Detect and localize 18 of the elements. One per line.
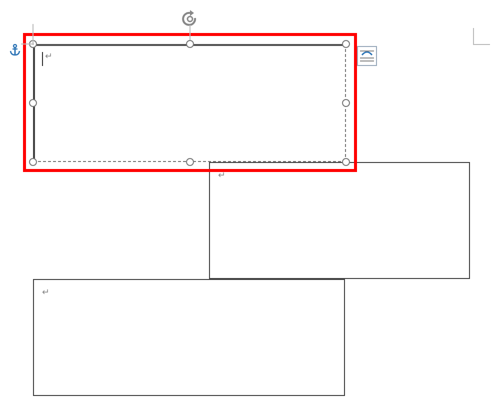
resize-handle[interactable] xyxy=(29,158,37,166)
guide-lines-icon xyxy=(21,24,34,45)
text-cursor xyxy=(42,52,43,66)
margin-corner-mark xyxy=(473,28,490,45)
resize-handle[interactable] xyxy=(29,99,37,107)
resize-handle[interactable] xyxy=(186,40,194,48)
rotate-handle-icon[interactable] xyxy=(180,10,198,40)
resize-handle[interactable] xyxy=(342,99,350,107)
layout-options-icon[interactable] xyxy=(357,46,377,66)
anchor-icon xyxy=(9,44,21,56)
paragraph-mark: ↵ xyxy=(45,52,53,61)
text-box[interactable]: ↵ xyxy=(209,162,470,279)
resize-handle[interactable] xyxy=(342,40,350,48)
paragraph-mark: ↵ xyxy=(218,171,226,180)
text-box[interactable]: ↵ xyxy=(33,279,345,396)
paragraph-mark: ↵ xyxy=(42,288,50,297)
text-box[interactable]: ↵ xyxy=(33,44,346,162)
resize-handle[interactable] xyxy=(342,158,350,166)
